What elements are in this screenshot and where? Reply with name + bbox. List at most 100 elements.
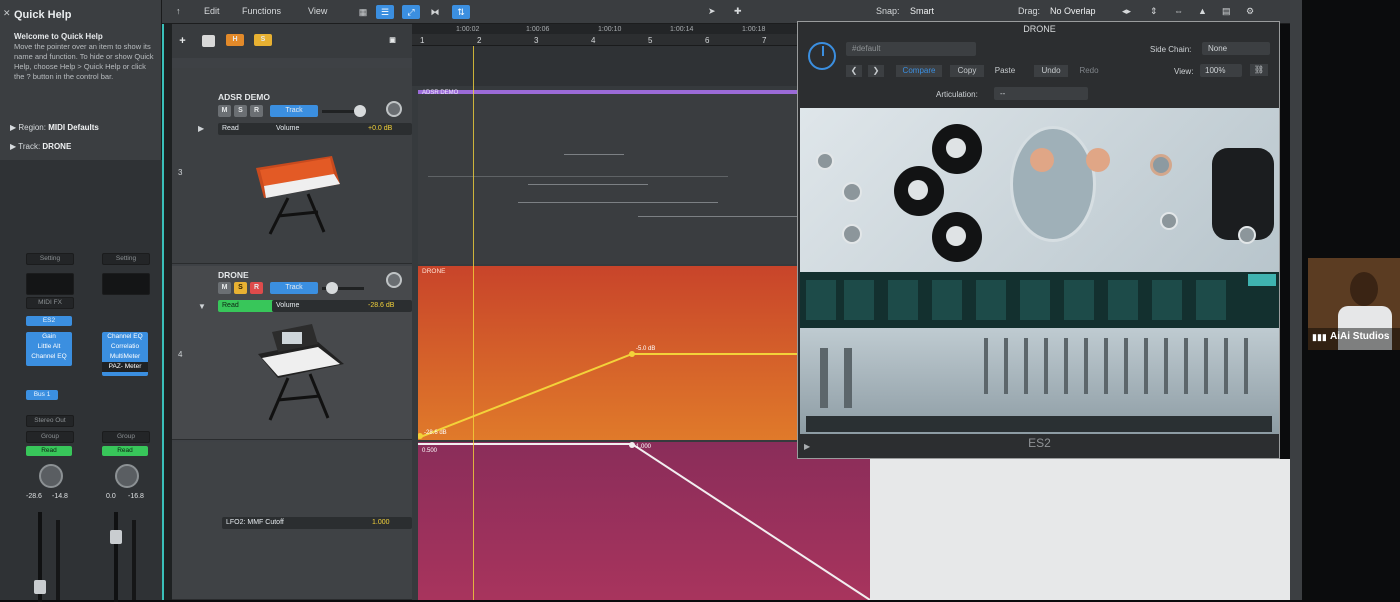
flex-icon[interactable]: ⧓ xyxy=(426,5,444,19)
pencil-tool-icon[interactable]: ✚ xyxy=(734,6,742,17)
insert-slot[interactable]: MultiMeter xyxy=(102,352,148,362)
bar-ruler[interactable]: 1:00:02 1:00:06 1:00:10 1:00:14 1:00:18 … xyxy=(412,24,797,54)
disclosure-triangle-icon[interactable]: ▶ xyxy=(10,142,16,151)
oscillator-2-knob[interactable] xyxy=(894,166,944,216)
pointer-tool-icon[interactable]: ➤ xyxy=(708,6,716,17)
duplicate-icon[interactable] xyxy=(202,35,215,47)
tune-knob[interactable] xyxy=(842,182,862,202)
track-mode-button[interactable]: Track xyxy=(270,282,318,294)
view-zoom-dropdown[interactable]: 100% xyxy=(1200,64,1242,77)
region-inspector-row[interactable]: ▶ Region: MIDI Defaults xyxy=(10,123,99,132)
insert-slot[interactable]: Correlatio xyxy=(102,342,148,352)
audio-fx-slots[interactable]: Channel EQ Correlatio MultiMeter PAZ- Me… xyxy=(102,332,148,376)
redo-button[interactable]: Redo xyxy=(1072,65,1106,77)
solo-button[interactable]: S xyxy=(234,282,247,294)
automation-parameter-dropdown[interactable]: Volume xyxy=(272,300,368,312)
track-mode-button[interactable]: Track xyxy=(270,105,318,117)
amp-knob[interactable] xyxy=(1150,154,1172,176)
snap-dropdown[interactable]: Smart xyxy=(910,6,934,16)
router-toggle[interactable] xyxy=(1248,274,1276,286)
insert-slot[interactable]: Channel EQ xyxy=(102,332,148,342)
insert-slot[interactable]: Gain xyxy=(26,332,72,342)
disclosure-triangle-icon[interactable]: ▶ xyxy=(10,123,16,132)
region-lfo-lane[interactable]: 1.000 0.500 xyxy=(418,442,870,600)
instrument-slot[interactable]: ES2 xyxy=(26,316,72,326)
filter-resonance-knob[interactable] xyxy=(1086,148,1110,172)
drag-dropdown[interactable]: No Overlap xyxy=(1050,6,1096,16)
link-icon[interactable]: ⛓ xyxy=(1250,64,1268,76)
play-icon[interactable]: ▶ xyxy=(198,124,204,133)
previous-preset-icon[interactable]: ❮ xyxy=(846,65,862,77)
volume-fader[interactable] xyxy=(110,530,122,544)
lfo-automation-curve[interactable] xyxy=(418,442,870,600)
waveform-zoom-icon[interactable]: ◂▸ xyxy=(1122,6,1131,17)
power-icon[interactable] xyxy=(808,42,836,70)
functions-menu[interactable]: Functions xyxy=(242,6,281,16)
settings-icon[interactable]: ⚙ xyxy=(1246,6,1254,17)
track-header-adsr-demo[interactable]: 3 ADSR DEMO M S R Track ▶ Read Volume +0… xyxy=(172,68,412,264)
automation-mode[interactable]: Read xyxy=(102,446,148,456)
pan-knob[interactable] xyxy=(386,101,402,117)
setting-button[interactable]: Setting xyxy=(26,253,74,265)
volume-slider-thumb[interactable] xyxy=(326,282,338,294)
lfo-delay-slider[interactable] xyxy=(844,348,852,408)
mod-slot[interactable] xyxy=(1108,280,1138,320)
midi-fx-slot[interactable]: MIDI FX xyxy=(26,297,74,309)
side-chain-dropdown[interactable]: None xyxy=(1202,42,1270,55)
mod-slot[interactable] xyxy=(1020,280,1050,320)
group-slot[interactable]: Group xyxy=(26,431,74,443)
lfo-rate-slider[interactable] xyxy=(820,348,828,408)
paste-button[interactable]: Paste xyxy=(988,65,1022,77)
mod-slot[interactable] xyxy=(888,280,918,320)
mod-slot[interactable] xyxy=(806,280,836,320)
oscillator-1-knob[interactable] xyxy=(932,124,982,174)
automation-value[interactable]: -28.6 dB xyxy=(364,300,412,312)
solo-global-button[interactable]: S xyxy=(254,34,272,46)
track-name[interactable]: DRONE xyxy=(218,270,249,280)
zoom-horizontal-icon[interactable]: ⇔ xyxy=(1174,6,1183,16)
audio-fx-slots[interactable]: Gain Little Alt Channel EQ xyxy=(26,332,72,366)
automation-value[interactable]: +0.0 dB xyxy=(364,123,412,135)
mod-slot[interactable] xyxy=(932,280,962,320)
automation-lane-header[interactable]: LFO2: MMF Cutoff 1.000 xyxy=(172,442,412,600)
catch-icon[interactable]: ⇅ xyxy=(452,5,470,19)
record-enable-button[interactable]: R xyxy=(250,282,263,294)
automation-mode-dropdown[interactable]: Read xyxy=(218,300,276,312)
zoom-vertical-icon[interactable]: ⇕ xyxy=(1150,6,1158,17)
glide-knob[interactable] xyxy=(816,152,834,170)
hide-button[interactable]: H xyxy=(226,34,244,46)
volume-slider-thumb[interactable] xyxy=(354,105,366,117)
track-inspector-row[interactable]: ▶ Track: DRONE xyxy=(10,142,71,151)
mod-slot[interactable] xyxy=(1152,280,1182,320)
copy-button[interactable]: Copy xyxy=(950,65,984,77)
disclosure-triangle-icon[interactable]: ▼ xyxy=(198,302,206,311)
volume-fader[interactable] xyxy=(34,580,46,594)
automation-icon[interactable]: ⤢ xyxy=(402,5,420,19)
eq-display[interactable] xyxy=(26,273,74,295)
pan-knob[interactable] xyxy=(39,464,63,488)
envelope-faders[interactable] xyxy=(980,328,1272,398)
view-menu[interactable]: View xyxy=(308,6,327,16)
insert-slot[interactable]: Channel EQ xyxy=(26,352,72,362)
collapse-icon[interactable]: ▣ xyxy=(386,35,399,47)
undo-button[interactable]: Undo xyxy=(1034,65,1068,77)
add-track-button[interactable]: + xyxy=(176,35,189,47)
articulation-dropdown[interactable]: -- xyxy=(994,87,1088,100)
next-preset-icon[interactable]: ❯ xyxy=(868,65,884,77)
track-name[interactable]: ADSR DEMO xyxy=(218,92,270,102)
eq-display[interactable] xyxy=(102,273,150,295)
send-slot[interactable]: Bus 1 xyxy=(26,390,58,400)
preset-dropdown[interactable]: #default xyxy=(846,42,976,56)
oscillator-3-knob[interactable] xyxy=(932,212,982,262)
sine-level-knob[interactable] xyxy=(1160,212,1178,230)
output-slot[interactable]: Stereo Out xyxy=(26,415,74,427)
chorus-knob[interactable] xyxy=(1238,226,1256,244)
close-icon[interactable]: ✕ xyxy=(3,8,11,19)
back-button[interactable]: ↑ xyxy=(176,6,181,16)
mod-slot[interactable] xyxy=(1064,280,1094,320)
volume-fader-track[interactable] xyxy=(114,512,118,602)
filter-cutoff-knob[interactable] xyxy=(1030,148,1054,172)
lane-value[interactable]: 1.000 xyxy=(368,517,412,529)
filter-section[interactable] xyxy=(1010,126,1096,242)
insert-slot[interactable]: Little Alt xyxy=(26,342,72,352)
